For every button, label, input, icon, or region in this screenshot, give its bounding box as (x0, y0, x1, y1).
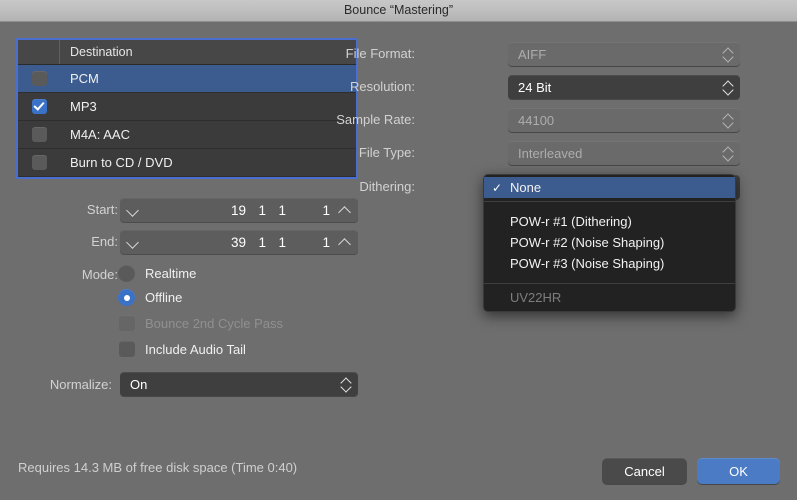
file-format-popup[interactable]: AIFF (508, 42, 740, 66)
checkmark-icon: ✓ (492, 181, 510, 195)
end-bar-value[interactable]: 39 (214, 235, 246, 250)
radio-offline-selected-icon[interactable] (118, 289, 135, 306)
bounce-dialog: Bounce “Mastering” Destination PCM MP3 M… (0, 0, 797, 500)
chevron-updown-icon (718, 42, 740, 66)
menu-item-label: POW-r #3 (Noise Shaping) (510, 256, 664, 271)
checkmark-icon (492, 215, 510, 229)
start-label: Start: (0, 199, 118, 221)
end-division-value[interactable]: 1 (266, 235, 286, 250)
radio-realtime-icon[interactable] (118, 265, 135, 282)
ok-button-label: OK (729, 464, 748, 479)
cancel-button-label: Cancel (624, 464, 664, 479)
end-time-values[interactable]: 39 1 1 1 (146, 235, 332, 250)
bounce-2nd-cycle-pass-row: Bounce 2nd Cycle Pass (119, 315, 283, 331)
file-format-value: AIFF (508, 47, 718, 62)
menu-item-label: UV22HR (510, 290, 561, 305)
chevron-updown-icon (336, 372, 358, 396)
checkbox-icon[interactable] (32, 71, 47, 86)
bounce-2nd-cycle-pass-label: Bounce 2nd Cycle Pass (145, 316, 283, 331)
start-division-value[interactable]: 1 (266, 203, 286, 218)
checkmark-icon (492, 291, 510, 305)
file-type-value: Interleaved (508, 146, 718, 161)
file-type-popup[interactable]: Interleaved (508, 141, 740, 165)
menu-item-none[interactable]: ✓ None (484, 177, 735, 198)
normalize-value: On (120, 377, 336, 392)
normalize-popup[interactable]: On (120, 372, 358, 396)
start-beat-value[interactable]: 1 (246, 203, 266, 218)
include-audio-tail-label: Include Audio Tail (145, 342, 246, 357)
destination-checkbox-cell[interactable] (18, 99, 60, 114)
resolution-value: 24 Bit (508, 80, 718, 95)
menu-spacer (484, 274, 735, 280)
destination-header-checkbox-column (18, 40, 60, 64)
menu-item-powr-1[interactable]: POW-r #1 (Dithering) (484, 211, 735, 232)
dithering-dropdown-menu[interactable]: ✓ None POW-r #1 (Dithering) POW-r #2 (No… (483, 174, 736, 312)
menu-separator (484, 283, 735, 284)
checkbox-icon[interactable] (32, 127, 47, 142)
mode-offline-label: Offline (145, 290, 182, 305)
end-beat-value[interactable]: 1 (246, 235, 266, 250)
menu-item-label: POW-r #2 (Noise Shaping) (510, 235, 664, 250)
title-bar: Bounce “Mastering” (0, 0, 797, 22)
checkbox-icon (119, 315, 135, 331)
end-tick-value[interactable]: 1 (286, 235, 330, 250)
dithering-label: Dithering: (300, 176, 415, 198)
mode-offline-row[interactable]: Offline (118, 289, 182, 306)
file-type-label: File Type: (300, 142, 415, 164)
destination-checkbox-cell[interactable] (18, 155, 60, 170)
mode-label: Mode: (0, 264, 118, 286)
destination-checkbox-cell[interactable] (18, 127, 60, 142)
chevron-updown-icon (718, 108, 740, 132)
window-title: Bounce “Mastering” (0, 0, 797, 21)
end-time-field[interactable]: 39 1 1 1 (120, 230, 358, 254)
menu-item-powr-3[interactable]: POW-r #3 (Noise Shaping) (484, 253, 735, 274)
checkmark-icon (492, 257, 510, 271)
menu-separator (484, 201, 735, 202)
normalize-label: Normalize: (0, 374, 112, 396)
resolution-label: Resolution: (300, 76, 415, 98)
menu-item-label: POW-r #1 (Dithering) (510, 214, 632, 229)
checkbox-icon[interactable] (119, 341, 135, 357)
start-time-values[interactable]: 19 1 1 1 (146, 203, 332, 218)
start-tick-value[interactable]: 1 (286, 203, 330, 218)
checkbox-icon[interactable] (32, 155, 47, 170)
chevron-updown-icon (718, 141, 740, 165)
menu-item-label: None (510, 180, 541, 195)
chevron-updown-icon (718, 75, 740, 99)
sample-rate-popup[interactable]: 44100 (508, 108, 740, 132)
include-audio-tail-row[interactable]: Include Audio Tail (119, 341, 246, 357)
resolution-popup[interactable]: 24 Bit (508, 75, 740, 99)
chevron-up-icon[interactable] (332, 230, 358, 254)
destination-checkbox-cell[interactable] (18, 71, 60, 86)
checkbox-checked-icon[interactable] (32, 99, 47, 114)
chevron-down-icon[interactable] (120, 198, 146, 222)
start-time-field[interactable]: 19 1 1 1 (120, 198, 358, 222)
checkmark-icon (492, 236, 510, 250)
disk-space-status: Requires 14.3 MB of free disk space (Tim… (18, 460, 297, 475)
sample-rate-label: Sample Rate: (280, 109, 415, 131)
file-format-label: File Format: (300, 43, 415, 65)
chevron-up-icon[interactable] (332, 198, 358, 222)
ok-button[interactable]: OK (697, 458, 780, 484)
end-label: End: (0, 231, 118, 253)
start-bar-value[interactable]: 19 (214, 203, 246, 218)
mode-realtime-label: Realtime (145, 266, 196, 281)
cancel-button[interactable]: Cancel (602, 458, 687, 484)
menu-item-powr-2[interactable]: POW-r #2 (Noise Shaping) (484, 232, 735, 253)
mode-realtime-row[interactable]: Realtime (118, 265, 196, 282)
menu-item-uv22hr: UV22HR (484, 287, 735, 308)
chevron-down-icon[interactable] (120, 230, 146, 254)
sample-rate-value: 44100 (508, 113, 718, 128)
